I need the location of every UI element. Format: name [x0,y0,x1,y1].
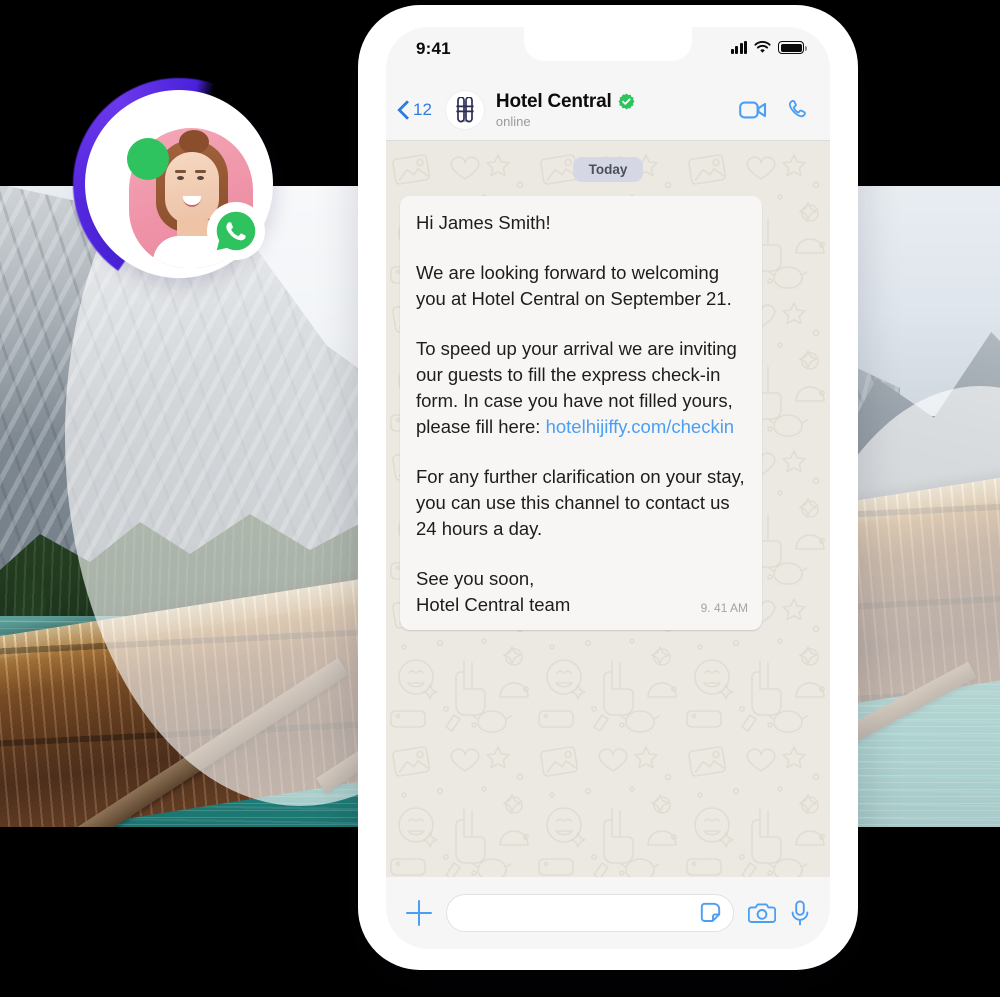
message-signoff-line-1: See you soon, [416,568,535,589]
phone-notch [524,27,692,61]
message-paragraph-2: To speed up your arrival we are inviting… [416,336,746,440]
contact-name: Hotel Central [495,90,612,112]
chevron-left-icon [398,100,409,119]
plus-icon[interactable] [406,900,432,926]
cellular-signal-icon [730,41,747,54]
message-signoff-line-2: Hotel Central team [416,594,571,615]
message-timestamp: 9. 41 AM [700,601,748,615]
sticker-icon[interactable] [699,901,723,925]
phone-mockup: 9:41 12 Hotel Central online Today Hi Ja… [358,5,858,970]
verified-badge-icon [618,93,635,110]
message-bubble[interactable]: Hi James Smith! We are looking forward t… [400,196,762,630]
date-divider-label: Today [572,157,644,182]
message-greeting: Hi James Smith! [416,212,551,233]
back-button[interactable]: 12 [398,100,432,120]
avatar [73,78,285,290]
camera-icon[interactable] [748,901,776,925]
status-bar-time: 9:41 [416,39,451,58]
contact-status: online [495,113,531,129]
voice-call-icon[interactable] [785,98,808,121]
microphone-icon[interactable] [790,900,810,926]
message-signoff: See you soon, Hotel Central team [416,566,746,618]
phone-screen: 9:41 12 Hotel Central online Today Hi Ja… [386,27,830,949]
message-paragraph-1: We are looking forward to welcoming you … [416,262,732,309]
hotel-logo-icon[interactable] [445,90,484,129]
video-call-icon[interactable] [739,100,767,120]
wifi-icon [754,41,771,54]
message-input-bar [386,877,830,949]
checkin-link[interactable]: hotelhijiffy.com/checkin [546,416,735,437]
date-divider: Today [400,157,816,182]
status-bar: 9:41 [386,27,830,79]
online-status-dot [127,138,169,180]
battery-icon [778,41,807,54]
message-input-field[interactable] [446,894,734,932]
message-input[interactable] [463,903,699,923]
screenshot-root: 9:41 12 Hotel Central online Today Hi Ja… [0,0,1000,997]
message-paragraph-3: For any further clarification on your st… [416,466,745,539]
avatar-disc [85,90,273,278]
chat-header: 12 Hotel Central online [386,79,830,141]
whatsapp-icon [207,202,265,260]
chat-body: Today Hi James Smith! We are looking for… [386,141,830,877]
